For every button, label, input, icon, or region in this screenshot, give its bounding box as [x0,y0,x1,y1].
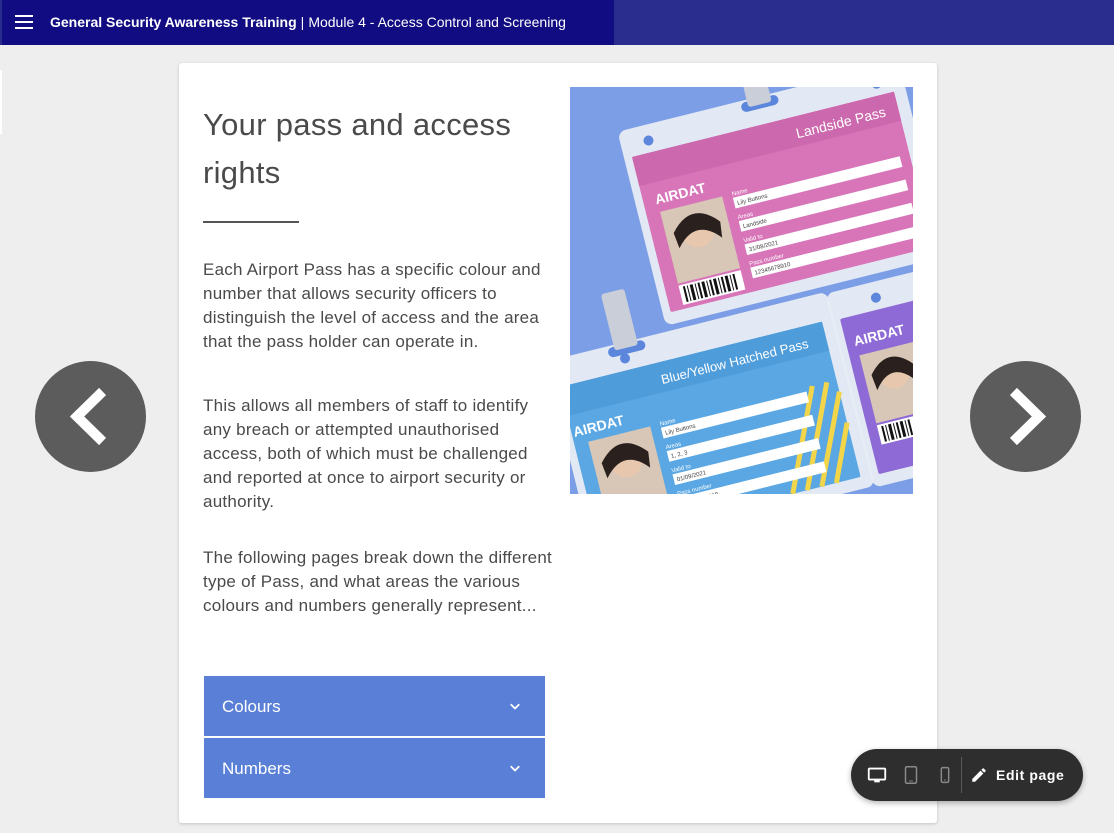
desktop-icon[interactable] [866,764,888,786]
side-drawer-edge [0,70,2,134]
accordion-numbers-label: Numbers [222,759,291,778]
chevron-left-icon [69,387,107,446]
module-title: Module 4 - Access Control and Screening [308,14,566,30]
phone-icon[interactable] [934,764,956,786]
chevron-down-icon [510,703,520,710]
page-title: Your pass and access rights [203,107,512,190]
previous-page-button[interactable] [35,361,146,472]
edit-page-label: Edit page [996,767,1065,783]
hamburger-menu-icon[interactable] [15,14,35,30]
preview-toolbar: Edit page [851,749,1083,801]
chevron-right-icon [1009,387,1047,446]
top-bar: General Security Awareness Training | Modu… [0,0,1114,45]
title-divider [203,221,299,223]
edit-page-button[interactable]: Edit page [967,757,1077,793]
airport-pass-illustration: AIRDAT Landside Pass Name Lily Buttons A… [570,87,913,494]
pass-illustration-svg: AIRDAT Landside Pass Name Lily Buttons A… [570,87,913,494]
content-card: Your pass and access rights Each Airport… [179,63,937,823]
course-breadcrumb: General Security Awareness Training | Modu… [50,14,566,31]
accordion-colours-label: Colours [222,697,281,716]
body-paragraph-1: Each Airport Pass has a specific colour … [203,260,541,351]
title-separator: | [300,14,305,30]
accordion-colours[interactable]: Colours [204,676,545,736]
toolbar-divider [961,757,962,793]
course-title: General Security Awareness Training [50,14,297,30]
accordion-numbers[interactable]: Numbers [204,738,545,798]
next-page-button[interactable] [970,361,1081,472]
body-paragraph-2: This allows all members of staff to iden… [203,396,529,511]
chevron-down-icon [510,765,520,772]
pencil-icon [972,768,986,782]
body-paragraph-3: The following pages break down the diffe… [203,548,553,615]
tablet-icon[interactable] [900,764,922,786]
